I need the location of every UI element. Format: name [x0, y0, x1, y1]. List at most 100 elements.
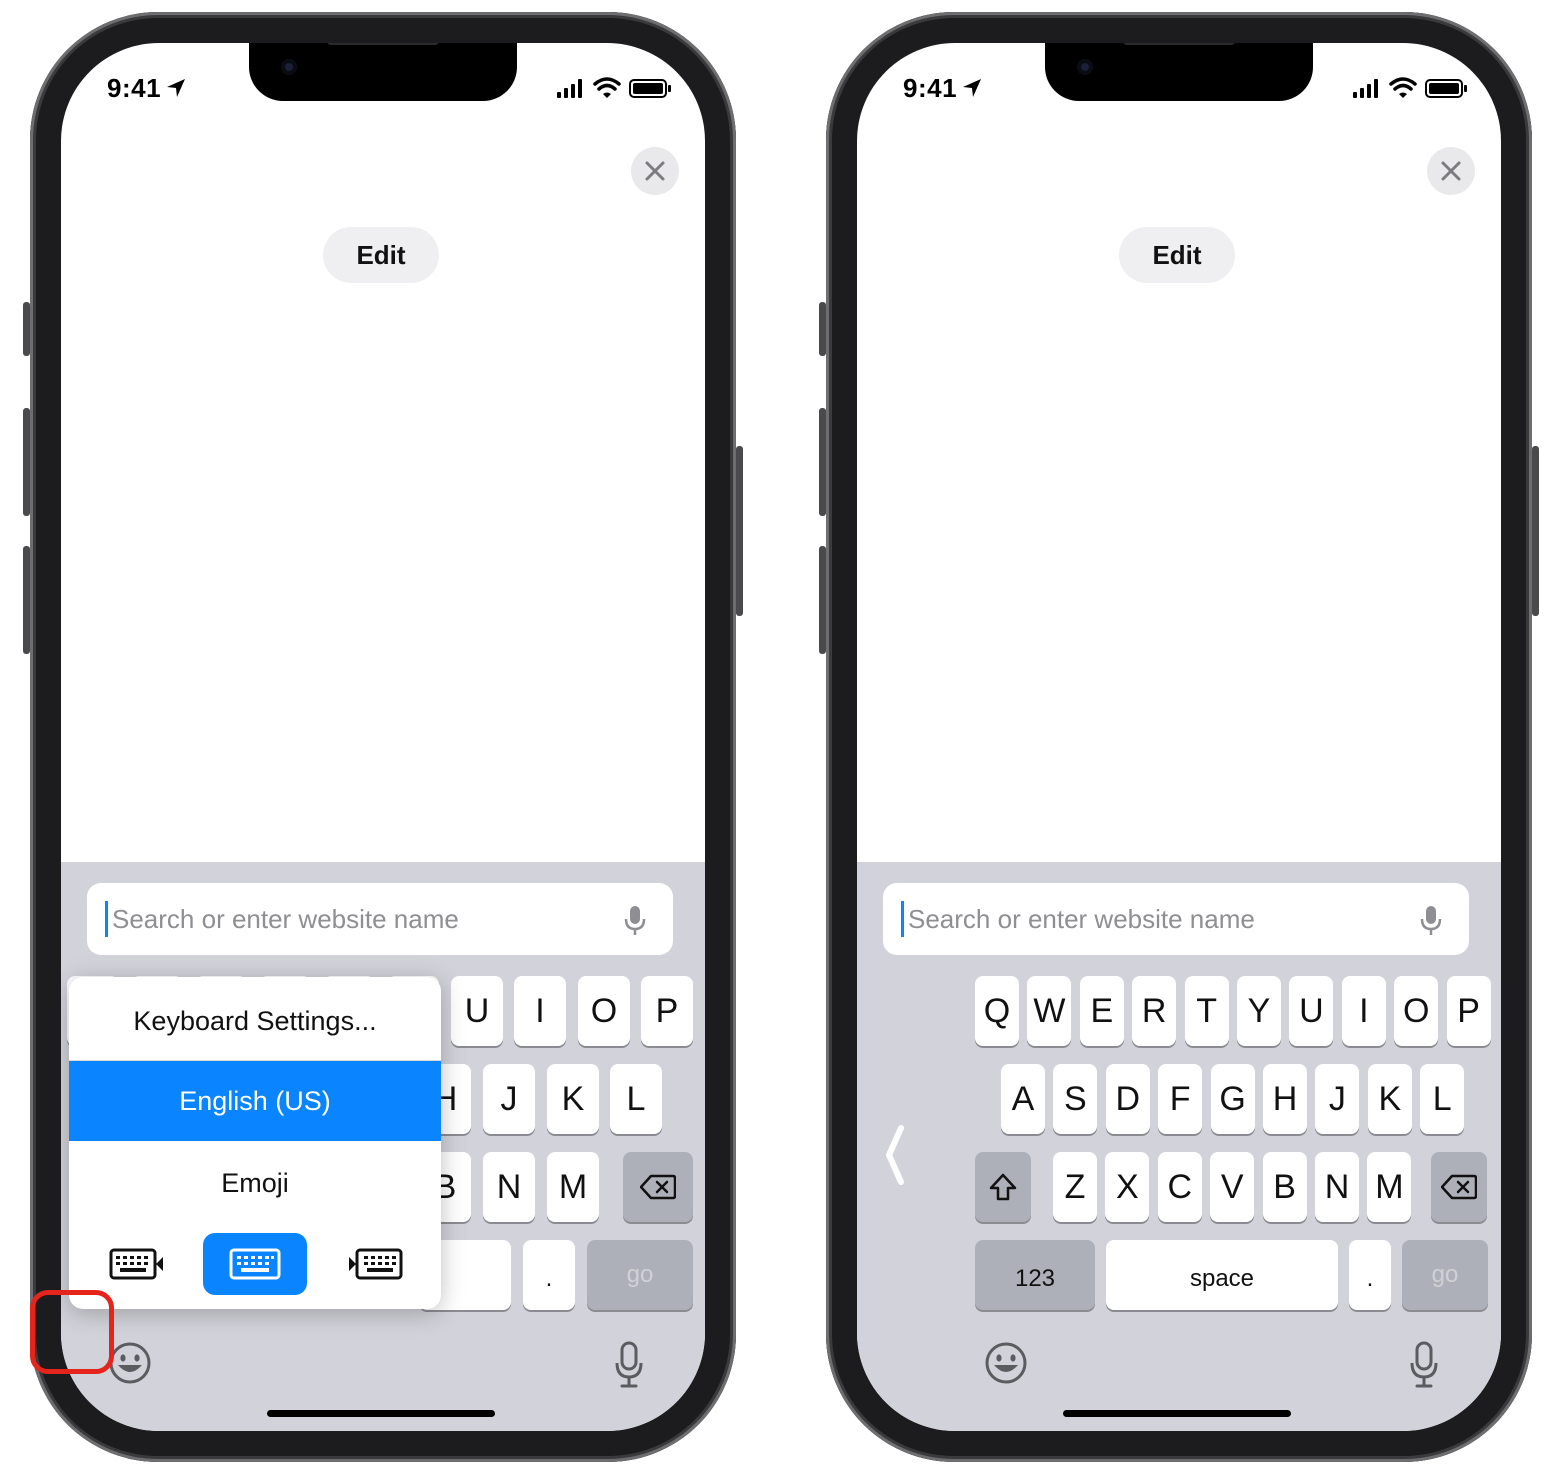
notch — [1045, 43, 1313, 101]
english-us-item[interactable]: English (US) — [69, 1061, 441, 1141]
key-j[interactable]: J — [483, 1064, 535, 1134]
volume-up-button — [23, 408, 30, 516]
period-key[interactable]: . — [1349, 1240, 1391, 1310]
delete-icon — [1440, 1174, 1478, 1200]
battery-icon — [629, 79, 671, 98]
key-r[interactable]: R — [1132, 976, 1177, 1046]
front-camera — [281, 59, 297, 75]
dictation-microphone-icon[interactable] — [1409, 1341, 1439, 1389]
full-keyboard-mode-button[interactable] — [203, 1233, 307, 1295]
search-input[interactable] — [901, 901, 1408, 937]
key-u[interactable]: U — [451, 976, 503, 1046]
key-u[interactable]: U — [1289, 976, 1334, 1046]
notch — [249, 43, 517, 101]
key-a[interactable]: A — [1001, 1064, 1045, 1134]
keyboard-icon — [229, 1248, 281, 1280]
key-k[interactable]: K — [547, 1064, 599, 1134]
mute-switch — [819, 302, 826, 356]
go-key[interactable]: go — [587, 1240, 693, 1310]
key-n[interactable]: N — [1315, 1152, 1359, 1222]
key-c[interactable]: C — [1157, 1152, 1202, 1222]
key-d[interactable]: D — [1105, 1064, 1150, 1134]
key-h[interactable]: H — [1263, 1064, 1307, 1134]
screen: 9:41 — [61, 43, 705, 1431]
go-key[interactable]: go — [1402, 1240, 1488, 1310]
power-button — [736, 446, 743, 616]
period-key[interactable]: . — [523, 1240, 575, 1310]
emoji-globe-icon[interactable] — [108, 1341, 152, 1385]
delete-key[interactable] — [623, 1152, 693, 1222]
status-icons — [557, 77, 671, 98]
key-s[interactable]: S — [1053, 1064, 1098, 1134]
keyboard-area: U I O P H J K L B N M . go Keyboard Sett… — [61, 862, 705, 1431]
key-l[interactable]: L — [610, 1064, 662, 1134]
emoji-globe-icon[interactable] — [984, 1341, 1028, 1385]
volume-down-button — [23, 546, 30, 654]
key-i[interactable]: I — [514, 976, 566, 1046]
mute-switch — [23, 302, 30, 356]
close-button[interactable] — [1427, 147, 1475, 195]
key-o[interactable]: O — [1394, 976, 1439, 1046]
key-p[interactable]: P — [641, 976, 693, 1046]
key-w[interactable]: W — [1027, 976, 1072, 1046]
battery-icon — [1425, 79, 1467, 98]
shift-key[interactable] — [975, 1152, 1031, 1222]
key-i[interactable]: I — [1341, 976, 1386, 1046]
key-g[interactable]: G — [1210, 1064, 1255, 1134]
close-icon — [1441, 161, 1461, 181]
edit-button[interactable]: Edit — [323, 227, 439, 283]
key-y[interactable]: Y — [1237, 976, 1281, 1046]
microphone-icon[interactable] — [1419, 905, 1443, 937]
key-m[interactable]: M — [547, 1152, 599, 1222]
space-key[interactable]: space — [1106, 1240, 1338, 1310]
key-l[interactable]: L — [1420, 1064, 1465, 1134]
emoji-button-highlight — [30, 1290, 114, 1374]
status-time: 9:41 — [903, 73, 958, 103]
key-n[interactable]: N — [483, 1152, 535, 1222]
right-keyboard-mode-button[interactable] — [323, 1233, 427, 1295]
microphone-icon[interactable] — [623, 905, 647, 937]
keyboard-bottom-bar — [61, 1311, 705, 1431]
close-icon — [645, 161, 665, 181]
key-j[interactable]: J — [1315, 1064, 1360, 1134]
location-arrow-icon — [167, 79, 185, 97]
search-input[interactable] — [105, 901, 612, 937]
expand-keyboard-chevron-icon[interactable] — [883, 1124, 905, 1186]
key-m[interactable]: M — [1367, 1152, 1412, 1222]
status-icons — [1353, 77, 1467, 98]
delete-key[interactable] — [1431, 1152, 1487, 1222]
volume-down-button — [819, 546, 826, 654]
key-x[interactable]: X — [1105, 1152, 1150, 1222]
key-v[interactable]: V — [1210, 1152, 1255, 1222]
dictation-microphone-icon[interactable] — [614, 1341, 644, 1389]
location-arrow-icon — [963, 79, 981, 97]
speaker — [327, 43, 439, 45]
emoji-item[interactable]: Emoji — [69, 1143, 441, 1223]
key-o[interactable]: O — [578, 976, 630, 1046]
home-indicator — [1063, 1410, 1291, 1417]
keyboard-bottom-bar — [857, 1311, 1501, 1431]
screen: 9:41 — [857, 43, 1501, 1431]
keyboard-area: QWERTYUIOP ASDFGHJKL ZXCVBNM 123 space .… — [857, 862, 1501, 1431]
delete-icon — [639, 1174, 677, 1200]
close-button[interactable] — [631, 147, 679, 195]
key-z[interactable]: Z — [1053, 1152, 1097, 1222]
key-q[interactable]: Q — [975, 976, 1019, 1046]
cellular-signal-icon — [1353, 79, 1378, 98]
left-keyboard-mode-button[interactable] — [85, 1233, 189, 1295]
search-bar[interactable] — [883, 883, 1469, 955]
wifi-icon — [593, 77, 621, 98]
key-k[interactable]: K — [1367, 1064, 1412, 1134]
keyboard-right-icon — [349, 1248, 403, 1280]
numbers-key[interactable]: 123 — [975, 1240, 1095, 1310]
key-t[interactable]: T — [1184, 976, 1229, 1046]
search-bar[interactable] — [87, 883, 673, 955]
edit-button[interactable]: Edit — [1119, 227, 1235, 283]
status-time: 9:41 — [107, 73, 162, 103]
key-f[interactable]: F — [1158, 1064, 1203, 1134]
key-b[interactable]: B — [1262, 1152, 1307, 1222]
key-p[interactable]: P — [1446, 976, 1491, 1046]
keyboard-settings-item[interactable]: Keyboard Settings... — [69, 981, 441, 1061]
key-e[interactable]: E — [1079, 976, 1124, 1046]
front-camera — [1077, 59, 1093, 75]
